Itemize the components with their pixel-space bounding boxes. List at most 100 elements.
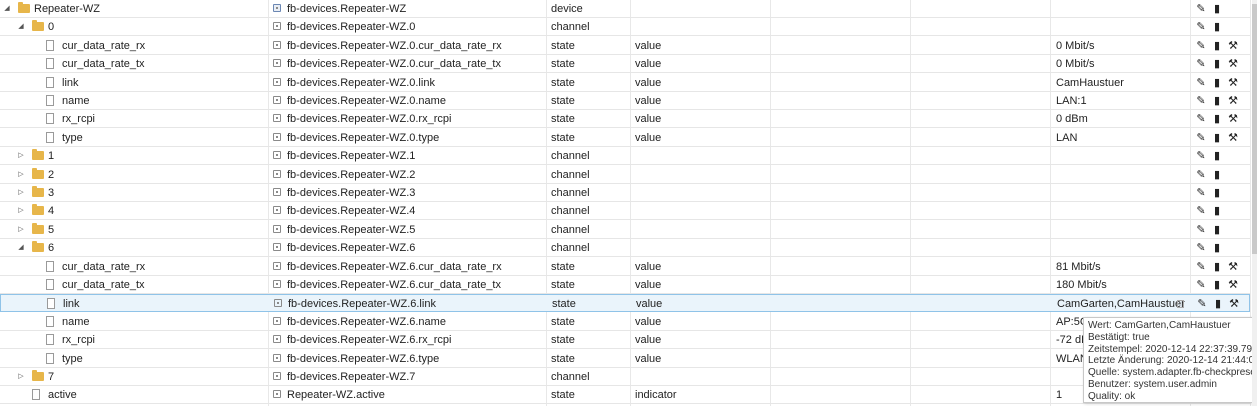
tree-row[interactable]: ▷ 5 fb-devices.Repeater-WZ.5 channel ✎ ▮ xyxy=(0,221,1250,239)
pencil-icon[interactable]: ✎ xyxy=(1193,74,1209,92)
tree-row[interactable]: ▷ 2 fb-devices.Repeater-WZ.2 channel ✎ ▮ xyxy=(0,166,1250,184)
object-value[interactable]: 1 xyxy=(1056,386,1062,404)
wrench-icon[interactable]: ⚒ xyxy=(1225,92,1241,110)
triangle-right-icon[interactable]: ▷ xyxy=(16,221,26,239)
object-value[interactable]: LAN:1 xyxy=(1056,92,1087,110)
object-type: channel xyxy=(551,371,590,383)
trash-icon[interactable]: ▮ xyxy=(1209,258,1225,276)
folder-icon xyxy=(32,186,44,197)
object-value[interactable]: 0 dBm xyxy=(1056,110,1088,128)
tree-row[interactable]: ◢ Repeater-WZ fb-devices.Repeater-WZ device… xyxy=(0,0,1250,18)
tree-row[interactable]: ▷ 1 fb-devices.Repeater-WZ.1 channel ✎ ▮ xyxy=(0,147,1250,165)
tree-row[interactable]: rx_rcpi fb-devices.Repeater-WZ.6.rx_rcpi s… xyxy=(0,331,1250,349)
object-role: value xyxy=(636,298,663,310)
tree-row[interactable]: cur_data_rate_tx fb-devices.Repeater-WZ.6… xyxy=(0,276,1250,294)
pencil-icon[interactable]: ✎ xyxy=(1193,239,1209,257)
wrench-icon[interactable]: ⚒ xyxy=(1225,37,1241,55)
pencil-icon[interactable]: ✎ xyxy=(1193,92,1209,110)
trash-icon[interactable]: ▮ xyxy=(1209,110,1225,128)
trash-icon[interactable]: ▮ xyxy=(1209,276,1225,294)
tree-row[interactable]: activeRepeater-WZ.activestateindicator1✎… xyxy=(0,386,1250,404)
trash-icon[interactable]: ▮ xyxy=(1209,221,1225,239)
wrench-icon[interactable]: ⚒ xyxy=(1225,110,1241,128)
trash-icon[interactable]: ▮ xyxy=(1209,18,1225,36)
tree-row[interactable]: cur_data_rate_rx fb-devices.Repeater-WZ.6… xyxy=(0,258,1250,276)
triangle-down-icon[interactable]: ◢ xyxy=(16,18,26,36)
triangle-down-icon[interactable]: ◢ xyxy=(16,239,26,257)
tree-row[interactable]: link fb-devices.Repeater-WZ.6.link state va… xyxy=(0,294,1250,312)
triangle-down-icon[interactable]: ◢ xyxy=(2,0,12,18)
trash-icon[interactable]: ▮ xyxy=(1209,0,1225,18)
pencil-icon[interactable]: ✎ xyxy=(1193,202,1209,220)
tree-row[interactable]: rx_rcpi fb-devices.Repeater-WZ.0.rx_rcpi s… xyxy=(0,110,1250,128)
pencil-icon[interactable]: ✎ xyxy=(1193,184,1209,202)
trash-icon[interactable]: ▮ xyxy=(1209,239,1225,257)
tree-row[interactable]: name fb-devices.Repeater-WZ.0.name state va… xyxy=(0,92,1250,110)
trash-icon[interactable]: ▮ xyxy=(1209,184,1225,202)
pencil-icon[interactable]: ✎ xyxy=(1193,55,1209,73)
object-value[interactable]: LAN xyxy=(1056,129,1077,147)
object-type: state xyxy=(551,40,575,52)
pencil-icon[interactable]: ✎ xyxy=(1193,221,1209,239)
trash-icon[interactable]: ▮ xyxy=(1209,202,1225,220)
folder-icon xyxy=(32,223,44,234)
wrench-icon[interactable]: ⚒ xyxy=(1225,276,1241,294)
wrench-icon[interactable]: ⚒ xyxy=(1225,74,1241,92)
copy-icon[interactable] xyxy=(1177,300,1184,308)
trash-icon[interactable]: ▮ xyxy=(1210,295,1226,313)
object-role: value xyxy=(635,132,662,144)
object-value[interactable]: 180 Mbit/s xyxy=(1056,276,1107,294)
object-id: fb-devices.Repeater-WZ.1 xyxy=(287,150,416,162)
vertical-scrollbar[interactable] xyxy=(1252,0,1257,406)
wrench-icon[interactable]: ⚒ xyxy=(1225,55,1241,73)
tree-row[interactable]: ▷ 3 fb-devices.Repeater-WZ.3 channel ✎ ▮ xyxy=(0,184,1250,202)
wrench-icon[interactable]: ⚒ xyxy=(1225,258,1241,276)
tree-row[interactable]: cur_data_rate_rx fb-devices.Repeater-WZ.0… xyxy=(0,37,1250,55)
tree-row[interactable]: type fb-devices.Repeater-WZ.0.type state va… xyxy=(0,129,1250,147)
object-value[interactable]: CamGarten,CamHaustuer xyxy=(1057,295,1185,313)
pencil-icon[interactable]: ✎ xyxy=(1194,295,1210,313)
file-icon xyxy=(46,334,54,345)
object-role: value xyxy=(635,77,662,89)
trash-icon[interactable]: ▮ xyxy=(1209,92,1225,110)
trash-icon[interactable]: ▮ xyxy=(1209,129,1225,147)
trash-icon[interactable]: ▮ xyxy=(1209,74,1225,92)
state-icon xyxy=(273,335,281,343)
object-type: device xyxy=(551,3,583,15)
scrollbar-thumb[interactable] xyxy=(1252,4,1257,254)
folder-icon xyxy=(32,204,44,215)
tree-row[interactable]: ▷7fb-devices.Repeater-WZ.7channel✎▮ xyxy=(0,368,1250,386)
tree-row[interactable]: cur_data_rate_tx fb-devices.Repeater-WZ.0… xyxy=(0,55,1250,73)
triangle-right-icon[interactable]: ▷ xyxy=(16,147,26,165)
tree-row[interactable]: link fb-devices.Repeater-WZ.0.link state va… xyxy=(0,74,1250,92)
object-value[interactable]: 0 Mbit/s xyxy=(1056,55,1095,73)
pencil-icon[interactable]: ✎ xyxy=(1193,258,1209,276)
tree-row[interactable]: name fb-devices.Repeater-WZ.6.name state va… xyxy=(0,313,1250,331)
triangle-right-icon[interactable]: ▷ xyxy=(16,202,26,220)
pencil-icon[interactable]: ✎ xyxy=(1193,37,1209,55)
trash-icon[interactable]: ▮ xyxy=(1209,147,1225,165)
row-actions: ✎▮⚒ xyxy=(1193,92,1241,110)
wrench-icon[interactable]: ⚒ xyxy=(1225,129,1241,147)
triangle-right-icon[interactable]: ▷ xyxy=(16,368,26,386)
pencil-icon[interactable]: ✎ xyxy=(1193,0,1209,18)
wrench-icon[interactable]: ⚒ xyxy=(1226,295,1242,313)
pencil-icon[interactable]: ✎ xyxy=(1193,129,1209,147)
tree-row[interactable]: ◢ 6 fb-devices.Repeater-WZ.6 channel ✎ ▮ xyxy=(0,239,1250,257)
pencil-icon[interactable]: ✎ xyxy=(1193,110,1209,128)
tree-row[interactable]: ◢ 0 fb-devices.Repeater-WZ.0 channel ✎ ▮ xyxy=(0,18,1250,36)
tree-row[interactable]: ▷ 4 fb-devices.Repeater-WZ.4 channel ✎ ▮ xyxy=(0,202,1250,220)
pencil-icon[interactable]: ✎ xyxy=(1193,147,1209,165)
pencil-icon[interactable]: ✎ xyxy=(1193,276,1209,294)
object-value[interactable]: 81 Mbit/s xyxy=(1056,258,1101,276)
pencil-icon[interactable]: ✎ xyxy=(1193,166,1209,184)
trash-icon[interactable]: ▮ xyxy=(1209,166,1225,184)
trash-icon[interactable]: ▮ xyxy=(1209,55,1225,73)
object-value[interactable]: CamHaustuer xyxy=(1056,74,1124,92)
tree-row[interactable]: type fb-devices.Repeater-WZ.6.type state va… xyxy=(0,350,1250,368)
trash-icon[interactable]: ▮ xyxy=(1209,37,1225,55)
pencil-icon[interactable]: ✎ xyxy=(1193,18,1209,36)
triangle-right-icon[interactable]: ▷ xyxy=(16,166,26,184)
triangle-right-icon[interactable]: ▷ xyxy=(16,184,26,202)
object-value[interactable]: 0 Mbit/s xyxy=(1056,37,1095,55)
